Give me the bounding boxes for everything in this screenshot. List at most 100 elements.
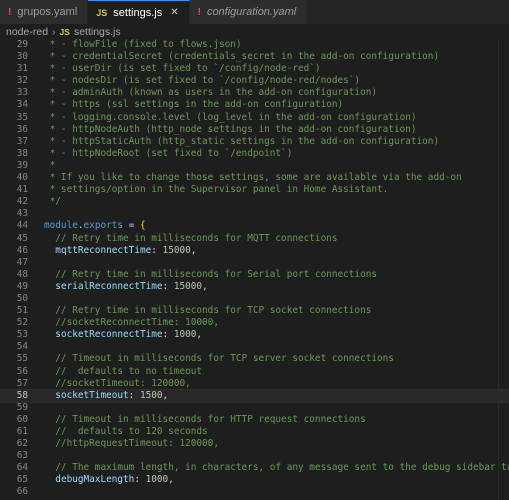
code-line[interactable]: 62 //httpRequestTimeout: 120000,: [0, 438, 509, 450]
line-number: 44: [16, 220, 28, 232]
line-number: 45: [16, 232, 28, 244]
code-text: // The maximum length, in characters, of…: [44, 462, 509, 474]
code-line[interactable]: 43: [0, 208, 509, 220]
code-line[interactable]: 59: [0, 402, 509, 414]
code-text: //httpRequestTimeout: 120000,: [44, 438, 219, 450]
line-number: 54: [16, 341, 28, 353]
tab-label: configuration.yaml: [206, 6, 297, 18]
code-line[interactable]: 61 // defaults to 120 seconds: [0, 426, 509, 438]
line-number: 57: [16, 377, 28, 389]
code-line[interactable]: 29 * - flowFile (fixed to flows.json): [0, 39, 509, 51]
code-text: * - httpNodeRoot (set fixed to `/endpoin…: [44, 147, 293, 159]
code-line[interactable]: 31 * - userDir (is set fixed to `/config…: [0, 63, 509, 75]
close-icon[interactable]: ✕: [170, 7, 178, 18]
code-text: * - nodesDir (is set fixed to `/config/n…: [44, 75, 361, 87]
code-line[interactable]: 49 serialReconnectTime: 15000,: [0, 281, 509, 293]
line-number: 55: [16, 353, 28, 365]
code-line[interactable]: 51 // Retry time in milliseconds for TCP…: [0, 305, 509, 317]
code-line[interactable]: 30 * - credentialSecret (credentials_sec…: [0, 51, 509, 63]
code-line[interactable]: 37 * - httpStaticAuth (http_static setti…: [0, 136, 509, 148]
code-line[interactable]: 65 debugMaxLength: 1000,: [0, 474, 509, 486]
code-line[interactable]: 56 // defaults to no timeout: [0, 366, 509, 378]
code-text: socketReconnectTime: 1000,: [55, 329, 203, 341]
code-line[interactable]: 41 * settings/option in the Supervisor p…: [0, 184, 509, 196]
code-text: * - httpNodeAuth (http_node settings in …: [44, 123, 417, 135]
code-line[interactable]: 46 mqttReconnectTime: 15000,: [0, 245, 509, 257]
line-number: 60: [16, 413, 28, 425]
code-text: *: [44, 159, 56, 171]
code-line[interactable]: 45 // Retry time in milliseconds for MQT…: [0, 233, 509, 245]
code-text: * - https (ssl settings in the add-on co…: [44, 99, 344, 111]
code-line[interactable]: 53 socketReconnectTime: 1000,: [0, 329, 509, 341]
js-file-icon: JS: [59, 26, 70, 37]
line-number: 63: [16, 450, 28, 462]
code-text: // defaults to 120 seconds: [44, 426, 208, 437]
code-line[interactable]: 35 * - logging.console.level (log_level …: [0, 112, 509, 124]
yaml-file-icon: !: [8, 6, 12, 18]
code-line[interactable]: 32 * - nodesDir (is set fixed to `/confi…: [0, 75, 509, 87]
line-number: 40: [16, 172, 28, 184]
line-number: 48: [16, 268, 28, 280]
breadcrumb-file[interactable]: settings.js: [74, 26, 121, 38]
code-line[interactable]: 55 // Timeout in milliseconds for TCP se…: [0, 353, 509, 365]
code-line[interactable]: 38 * - httpNodeRoot (set fixed to `/endp…: [0, 148, 509, 160]
tab-settings-js[interactable]: JS settings.js ✕: [88, 0, 190, 24]
code-editor[interactable]: 29 * - flowFile (fixed to flows.json) 30 …: [0, 39, 509, 500]
breadcrumb-folder[interactable]: node-red: [6, 26, 48, 38]
line-number: 61: [16, 426, 28, 437]
line-number: 49: [16, 280, 28, 292]
line-number: 41: [16, 184, 28, 196]
code-text: * - adminAuth (known as users in the add…: [44, 87, 378, 99]
code-line[interactable]: 63: [0, 450, 509, 462]
code-line[interactable]: 64 // The maximum length, in characters,…: [0, 462, 509, 474]
code-line[interactable]: 40 * If you like to change those setting…: [0, 172, 509, 184]
code-line[interactable]: 44 module.exports = {: [0, 220, 509, 232]
code-line[interactable]: 57 //socketTimeout: 120000,: [0, 378, 509, 390]
code-line[interactable]: 34 * - https (ssl settings in the add-on…: [0, 99, 509, 111]
chevron-right-icon: ›: [52, 25, 56, 38]
line-number: 64: [16, 462, 28, 474]
code-text: * - flowFile (fixed to flows.json): [44, 39, 242, 50]
code-line[interactable]: 42 */: [0, 196, 509, 208]
code-text: * If you like to change those settings, …: [44, 172, 462, 184]
code-text: //socketTimeout: 120000,: [44, 377, 191, 389]
code-line[interactable]: 50: [0, 293, 509, 305]
code-text: * - userDir (is set fixed to `/config/no…: [44, 63, 321, 75]
line-number: 53: [16, 329, 28, 341]
line-number: 43: [16, 208, 28, 220]
code-line[interactable]: 52 //socketReconnectTime: 10000,: [0, 317, 509, 329]
line-number: 37: [16, 135, 28, 147]
code-line[interactable]: 60 // Timeout in milliseconds for HTTP r…: [0, 414, 509, 426]
tab-label: settings.js: [113, 6, 163, 19]
code-text: * - logging.console.level (log_level in …: [44, 111, 417, 123]
code-line[interactable]: 39 *: [0, 160, 509, 172]
code-line[interactable]: 36 * - httpNodeAuth (http_node settings …: [0, 124, 509, 136]
line-number: 46: [16, 244, 28, 256]
code-text: mqttReconnectTime: 15000,: [55, 244, 197, 256]
code-text: // Retry time in milliseconds for TCP so…: [44, 305, 372, 317]
line-number: 31: [16, 63, 28, 75]
code-line[interactable]: 54: [0, 341, 509, 353]
tab-grupos-yaml[interactable]: ! grupos.yaml: [0, 0, 89, 24]
code-line[interactable]: 66: [0, 486, 509, 498]
line-number: 36: [16, 123, 28, 135]
tab-configuration-yaml[interactable]: ! configuration.yaml: [189, 0, 308, 24]
line-number: 34: [16, 99, 28, 111]
line-number: 30: [16, 51, 28, 63]
code-text: debugMaxLength: 1000,: [55, 474, 174, 486]
code-text: serialReconnectTime: 15000,: [55, 280, 208, 292]
line-number: 62: [16, 438, 28, 450]
code-text: * settings/option in the Supervisor pane…: [44, 184, 389, 196]
js-file-icon: JS: [96, 7, 108, 18]
line-number: 50: [16, 292, 28, 304]
line-number: 32: [16, 75, 28, 87]
code-text: // Retry time in milliseconds for Serial…: [44, 268, 378, 280]
code-line[interactable]: 33 * - adminAuth (known as users in the …: [0, 87, 509, 99]
line-number: 59: [16, 401, 28, 413]
code-text: * - httpStaticAuth (http_static settings…: [44, 135, 440, 147]
editor-tab-bar: ! grupos.yaml JS settings.js ✕ ! configu…: [0, 0, 509, 24]
code-line[interactable]: 58 socketTimeout: 1500,: [0, 388, 509, 403]
code-line[interactable]: 47: [0, 257, 509, 269]
line-number: 35: [16, 111, 28, 123]
code-line[interactable]: 48 // Retry time in milliseconds for Ser…: [0, 269, 509, 281]
